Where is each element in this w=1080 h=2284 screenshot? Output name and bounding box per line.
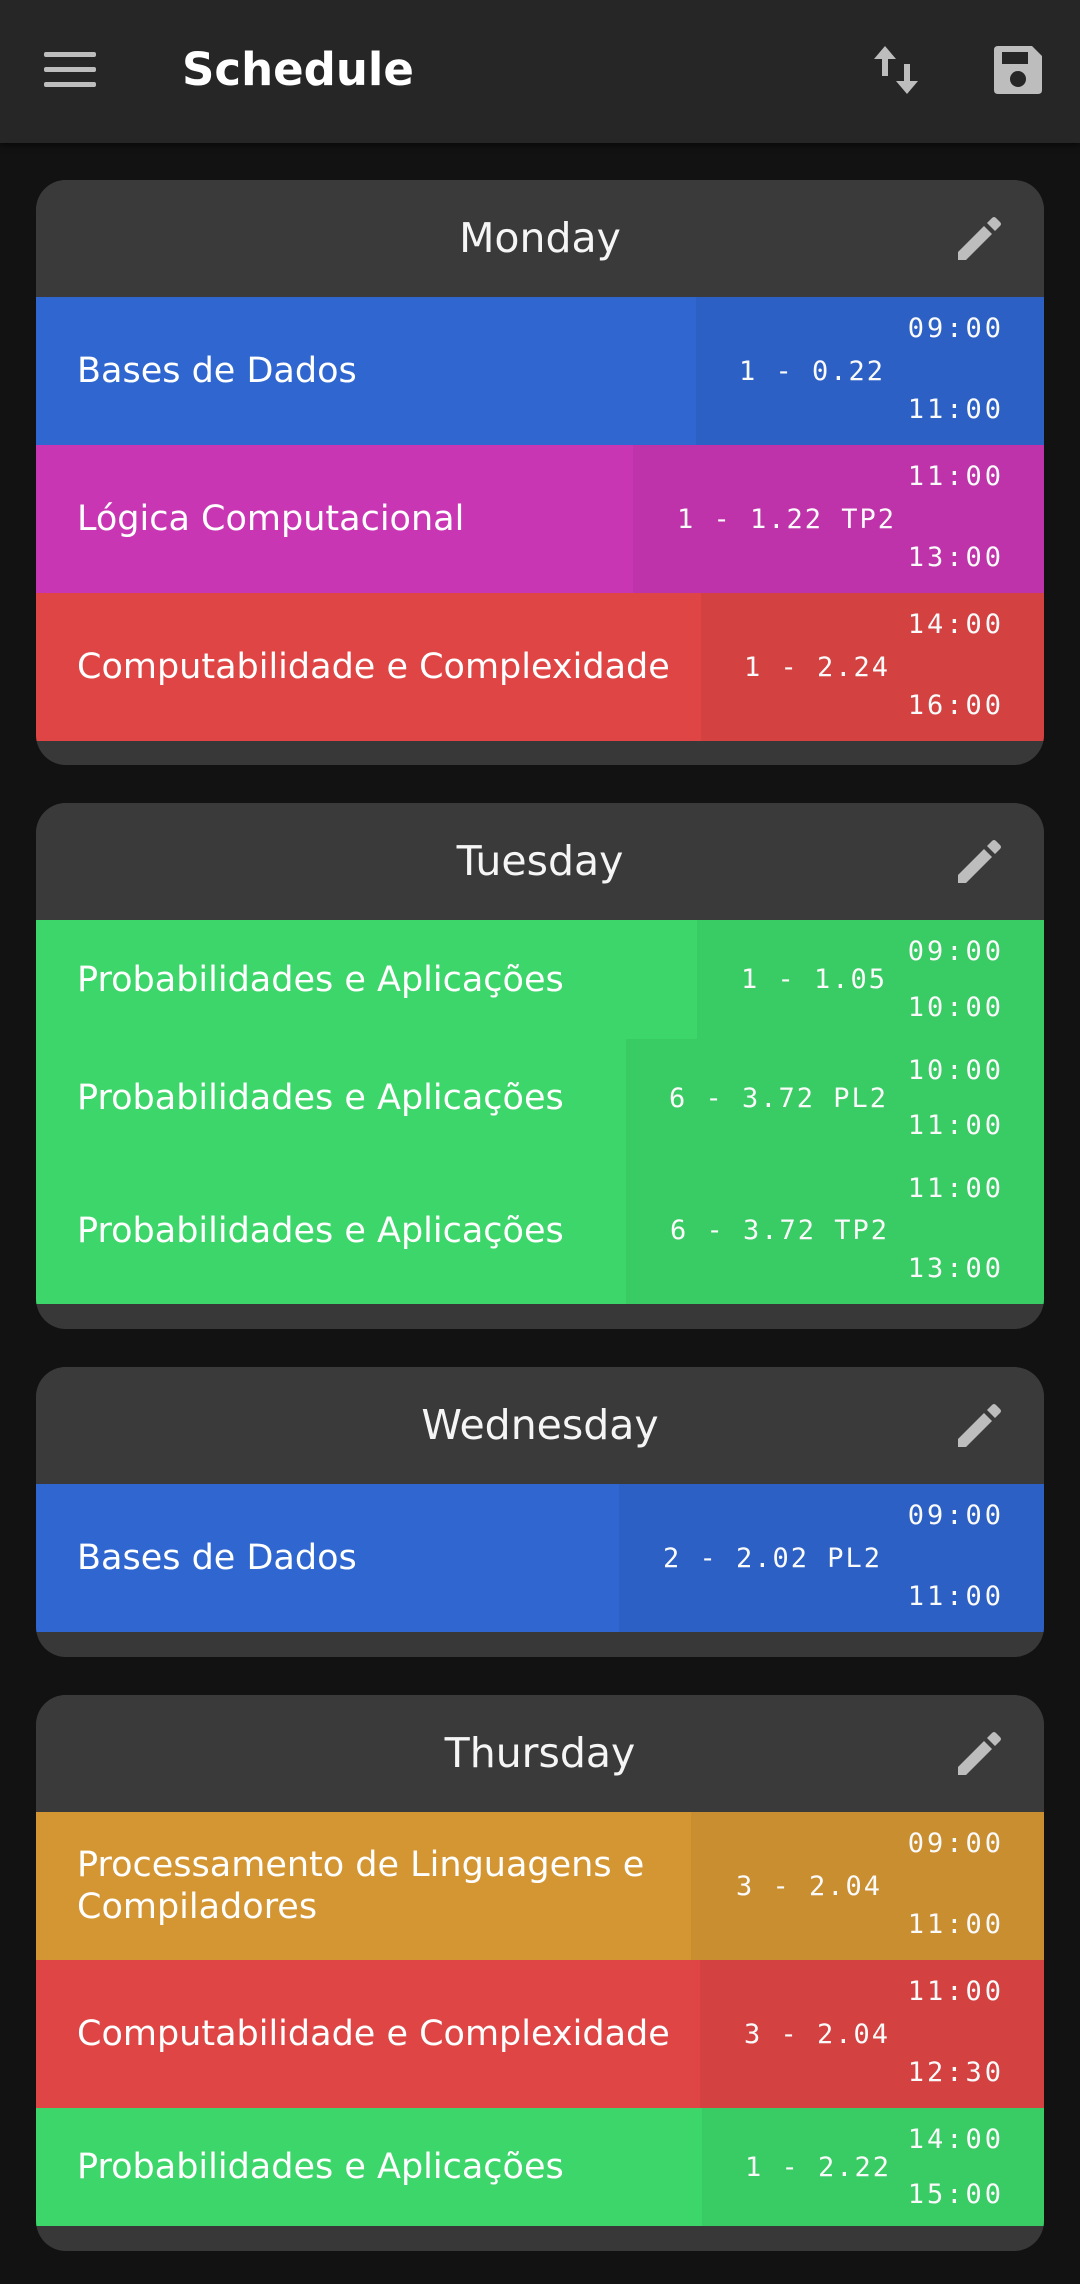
day-header: Tuesday [36, 803, 1044, 920]
lesson-end-time: 15:00 [907, 2179, 1004, 2210]
lesson-subject: Computabilidade e Complexidade [77, 2014, 670, 2054]
menu-icon[interactable] [44, 50, 96, 90]
day-title: Tuesday [456, 837, 624, 885]
day-header: Thursday [36, 1695, 1044, 1812]
lesson-start-time: 09:00 [907, 1828, 1004, 1859]
lesson-start-time: 09:00 [907, 1500, 1004, 1531]
lesson-room: 6 - 3.72 PL2 [669, 1082, 889, 1114]
edit-pencil-icon[interactable] [954, 1727, 1006, 1779]
lesson-row[interactable]: Bases de Dados 1 - 0.22 09:00 11:00 [36, 297, 1044, 445]
lesson-row[interactable]: Computabilidade e Complexidade 3 - 2.04 … [36, 1960, 1044, 2108]
lesson-start-time: 09:00 [907, 936, 1004, 967]
save-icon[interactable] [990, 42, 1046, 98]
day-title: Thursday [444, 1729, 636, 1777]
day-title: Wednesday [421, 1401, 659, 1449]
lesson-subject: Lógica Computacional [77, 499, 465, 539]
lesson-room: 1 - 1.22 TP2 [677, 503, 897, 535]
lesson-subject: Bases de Dados [77, 351, 357, 391]
lesson-room: 2 - 2.02 PL2 [663, 1542, 883, 1574]
lesson-room: 6 - 3.72 TP2 [670, 1215, 890, 1246]
lesson-row[interactable]: Probabilidades e Aplicações 6 - 3.72 TP2… [36, 1157, 1044, 1304]
lesson-start-time: 11:00 [907, 461, 1004, 492]
lesson-row[interactable]: Lógica Computacional 1 - 1.22 TP2 11:00 … [36, 445, 1044, 593]
lesson-subject: Processamento de Linguagens e Compilador… [77, 1845, 645, 1927]
day-card-wednesday: Wednesday Bases de Dados 2 - 2.02 PL2 09… [36, 1367, 1044, 1657]
lesson-start-time: 10:00 [907, 1055, 1004, 1086]
lesson-row[interactable]: Probabilidades e Aplicações 1 - 1.05 09:… [36, 920, 1044, 1039]
lesson-room: 1 - 1.05 [741, 964, 888, 995]
lesson-room: 3 - 2.04 [744, 2018, 891, 2050]
lesson-room: 1 - 2.22 [745, 2151, 892, 2183]
day-card-tuesday: Tuesday Probabilidades e Aplicações 1 - … [36, 803, 1044, 1329]
lesson-end-time: 11:00 [907, 1581, 1004, 1612]
page-title: Schedule [182, 43, 414, 96]
lesson-row[interactable]: Computabilidade e Complexidade 1 - 2.24 … [36, 593, 1044, 741]
lesson-end-time: 11:00 [907, 394, 1004, 425]
lesson-end-time: 12:30 [907, 2057, 1004, 2088]
lesson-subject: Bases de Dados [77, 1538, 357, 1578]
day-card-monday: Monday Bases de Dados 1 - 0.22 09:00 11:… [36, 180, 1044, 765]
lesson-start-time: 09:00 [907, 313, 1004, 344]
lesson-row[interactable]: Bases de Dados 2 - 2.02 PL2 09:00 11:00 [36, 1484, 1044, 1632]
lesson-row[interactable]: Probabilidades e Aplicações 6 - 3.72 PL2… [36, 1039, 1044, 1157]
lesson-subject: Probabilidades e Aplicações [77, 2147, 564, 2187]
lesson-end-time: 11:00 [907, 1909, 1004, 1940]
lesson-row[interactable]: Processamento de Linguagens e Compilador… [36, 1812, 1044, 1960]
lesson-room: 1 - 0.22 [739, 355, 886, 387]
lesson-start-time: 14:00 [907, 2124, 1004, 2155]
lesson-start-time: 11:00 [907, 1173, 1004, 1204]
lesson-start-time: 14:00 [907, 609, 1004, 640]
day-card-thursday: Thursday Processamento de Linguagens e C… [36, 1695, 1044, 2251]
lesson-subject: Probabilidades e Aplicações [77, 1078, 564, 1118]
lesson-end-time: 10:00 [907, 992, 1004, 1023]
lesson-end-time: 16:00 [907, 690, 1004, 721]
lesson-end-time: 11:00 [907, 1110, 1004, 1141]
lesson-row[interactable]: Probabilidades e Aplicações 1 - 2.22 14:… [36, 2108, 1044, 2226]
lesson-start-time: 11:00 [907, 1976, 1004, 2007]
edit-pencil-icon[interactable] [954, 212, 1006, 264]
day-title: Monday [459, 214, 621, 262]
lesson-subject: Probabilidades e Aplicações [77, 959, 564, 1000]
lesson-subject: Computabilidade e Complexidade [77, 647, 670, 687]
edit-pencil-icon[interactable] [954, 835, 1006, 887]
lesson-room: 1 - 2.24 [744, 651, 891, 683]
edit-pencil-icon[interactable] [954, 1399, 1006, 1451]
lesson-room: 3 - 2.04 [736, 1870, 883, 1902]
lesson-end-time: 13:00 [907, 542, 1004, 573]
lesson-subject: Probabilidades e Aplicações [77, 1210, 564, 1251]
top-app-bar: Schedule [0, 0, 1080, 143]
lesson-end-time: 13:00 [907, 1253, 1004, 1284]
swap-vertical-icon[interactable] [870, 42, 922, 98]
day-header: Monday [36, 180, 1044, 297]
day-header: Wednesday [36, 1367, 1044, 1484]
